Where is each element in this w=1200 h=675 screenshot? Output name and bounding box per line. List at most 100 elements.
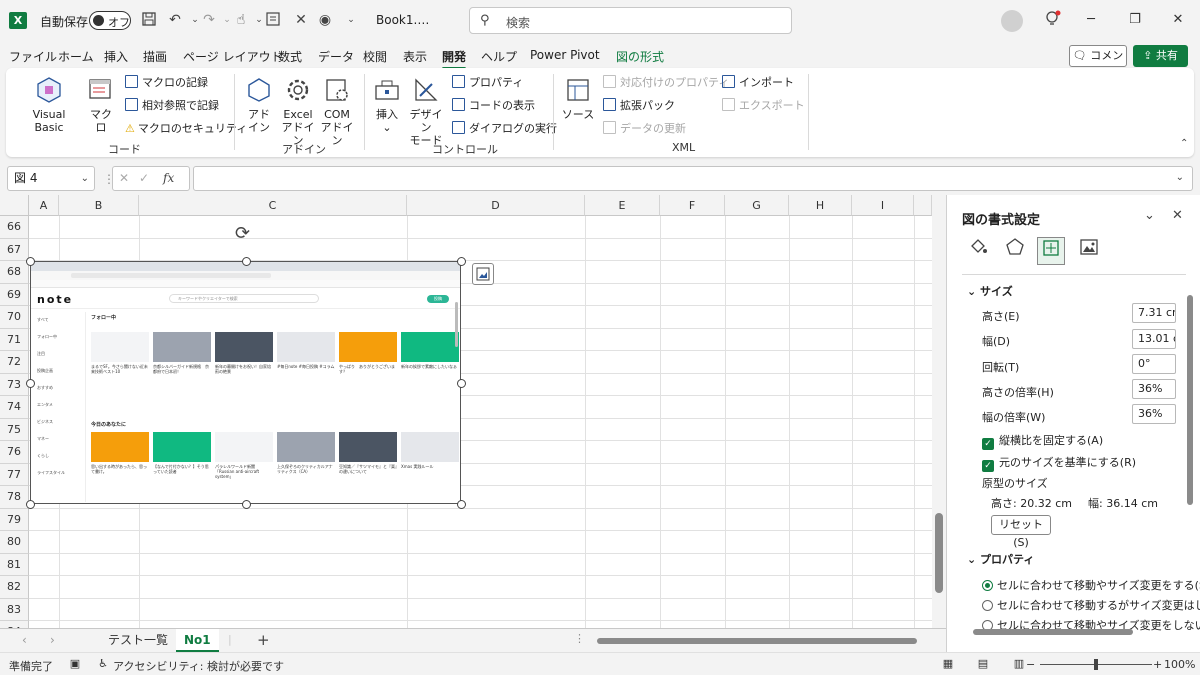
row-header[interactable]: 79: [0, 508, 29, 531]
properties-section-toggle[interactable]: ⌄ プロパティ: [967, 551, 1034, 567]
formula-input[interactable]: ⌄: [193, 166, 1193, 191]
tab-data[interactable]: データ: [318, 48, 354, 65]
touch-mode-icon[interactable]: ☝: [232, 11, 250, 29]
design-mode-button[interactable]: デザイン モード: [406, 76, 446, 147]
column-header[interactable]: D: [407, 195, 585, 216]
share-button[interactable]: ⇪ 共有: [1133, 45, 1188, 67]
pane-vertical-scrollbar[interactable]: [1185, 295, 1195, 625]
clear-format-icon[interactable]: ✕: [292, 11, 310, 29]
insert-control-button[interactable]: 挿入 ⌄: [372, 76, 402, 134]
width-input[interactable]: 13.01 cm: [1132, 329, 1176, 349]
visual-basic-button[interactable]: Visual Basic: [18, 76, 80, 134]
tab-developer[interactable]: 開発: [442, 48, 467, 70]
column-header[interactable]: [914, 195, 932, 216]
column-header[interactable]: H: [789, 195, 852, 216]
row-header[interactable]: 66: [0, 216, 29, 239]
export-button[interactable]: エクスポート: [722, 98, 805, 114]
expansion-packs-button[interactable]: 拡張パック: [603, 98, 675, 114]
search-box[interactable]: ⚲ 検索: [469, 7, 792, 34]
page-layout-view-icon[interactable]: ▤: [976, 658, 990, 670]
tab-page-layout[interactable]: ページ レイアウト: [183, 48, 283, 65]
tab-review[interactable]: 校閲: [363, 48, 387, 65]
tab-formulas[interactable]: 数式: [278, 48, 302, 65]
undo-icon[interactable]: ↶: [166, 11, 184, 29]
tab-help[interactable]: ヘルプ: [481, 48, 517, 65]
import-button[interactable]: インポート: [722, 75, 794, 91]
row-header[interactable]: 69: [0, 283, 29, 306]
name-box[interactable]: 図 4 ⌄: [7, 166, 95, 191]
restore-icon[interactable]: ❐: [1125, 10, 1145, 30]
run-dialog-button[interactable]: ダイアログの実行: [452, 121, 557, 137]
insert-function-icon[interactable]: fx: [163, 171, 174, 185]
xml-source-button[interactable]: ソース: [561, 76, 595, 121]
next-sheet-icon[interactable]: ›: [50, 633, 55, 647]
height-input[interactable]: 7.31 cm: [1132, 303, 1176, 323]
relative-original-checkbox[interactable]: ✓ 元のサイズを基準にする(R): [982, 454, 1136, 472]
zoom-level[interactable]: 100%: [1164, 658, 1195, 671]
size-section-toggle[interactable]: ⌄ サイズ: [967, 283, 1013, 299]
record-macro-button[interactable]: マクロの記録: [125, 75, 208, 91]
tab-home[interactable]: ホーム: [58, 48, 94, 65]
scrollbar-thumb[interactable]: [597, 638, 917, 644]
layout-options-button[interactable]: [472, 263, 494, 285]
tab-insert[interactable]: 挿入: [104, 48, 128, 65]
row-header[interactable]: 83: [0, 598, 29, 621]
row-header[interactable]: 78: [0, 486, 29, 509]
row-header[interactable]: 71: [0, 328, 29, 351]
row-header[interactable]: 68: [0, 261, 29, 284]
column-header[interactable]: F: [660, 195, 725, 216]
expand-formula-icon[interactable]: ⌄: [1176, 172, 1184, 183]
resize-handle[interactable]: [457, 500, 466, 509]
refresh-data-button[interactable]: データの更新: [603, 121, 686, 137]
resize-handle[interactable]: [26, 500, 35, 509]
tab-draw[interactable]: 描画: [143, 48, 167, 65]
resize-handle[interactable]: [26, 257, 35, 266]
close-icon[interactable]: ✕: [1172, 208, 1183, 223]
enter-icon[interactable]: ✓: [139, 171, 149, 185]
scrollbar-thumb[interactable]: [1187, 295, 1193, 505]
normal-view-icon[interactable]: ▦: [941, 658, 955, 670]
properties-button[interactable]: プロパティ: [452, 75, 523, 91]
tab-picture-format[interactable]: 図の形式: [616, 48, 664, 65]
prev-sheet-icon[interactable]: ‹: [22, 633, 27, 647]
minimize-icon[interactable]: ─: [1081, 10, 1101, 30]
row-header[interactable]: 80: [0, 531, 29, 554]
move-size-with-cells-radio[interactable]: セルに合わせて移動やサイズ変更をする(S): [982, 577, 1200, 593]
relative-reference-button[interactable]: 相対参照で記録: [125, 98, 219, 114]
pane-options-icon[interactable]: ⌄: [1144, 208, 1155, 223]
lock-aspect-checkbox[interactable]: ✓ 縦横比を固定する(A): [982, 432, 1103, 450]
row-header[interactable]: 70: [0, 306, 29, 329]
tab-power-pivot[interactable]: Power Pivot: [530, 48, 600, 62]
accessibility-status[interactable]: アクセシビリティ: 検討が必要です: [113, 658, 284, 674]
close-icon[interactable]: ✕: [1168, 10, 1188, 30]
macro-button[interactable]: マクロ: [86, 76, 116, 134]
column-header[interactable]: G: [725, 195, 789, 216]
column-header[interactable]: E: [585, 195, 660, 216]
inserted-picture[interactable]: note キーワードやクリエイターで検索 投稿 すべて フォロー中 注目 投稿企画 おす…: [30, 261, 461, 504]
collapse-ribbon-icon[interactable]: ⌃: [1180, 138, 1188, 149]
view-code-button[interactable]: コードの表示: [452, 98, 535, 114]
zoom-out-icon[interactable]: −: [1026, 658, 1035, 671]
cancel-icon[interactable]: ✕: [119, 171, 129, 185]
fill-line-tab[interactable]: [964, 237, 992, 265]
row-header[interactable]: 77: [0, 463, 29, 486]
zoom-in-icon[interactable]: +: [1153, 658, 1162, 671]
row-header[interactable]: 72: [0, 351, 29, 374]
map-properties-button[interactable]: 対応付けのプロパティ: [603, 75, 729, 91]
column-header[interactable]: A: [29, 195, 59, 216]
row-header[interactable]: 73: [0, 373, 29, 396]
vertical-scrollbar[interactable]: [932, 195, 946, 628]
add-sheet-button[interactable]: +: [257, 631, 270, 649]
avatar[interactable]: [1001, 10, 1023, 32]
size-properties-tab[interactable]: [1037, 237, 1065, 265]
row-header[interactable]: 75: [0, 418, 29, 441]
save-icon[interactable]: [140, 11, 158, 29]
com-addins-button[interactable]: COM アドイン: [320, 76, 354, 147]
resize-handle[interactable]: [241, 500, 251, 509]
row-header[interactable]: 74: [0, 396, 29, 419]
rotation-input[interactable]: 0°: [1132, 354, 1176, 374]
redo-icon[interactable]: ↷: [200, 11, 218, 29]
reset-button[interactable]: リセット(S): [991, 515, 1051, 549]
record-icon[interactable]: ◉: [316, 11, 334, 29]
row-header[interactable]: 81: [0, 553, 29, 576]
